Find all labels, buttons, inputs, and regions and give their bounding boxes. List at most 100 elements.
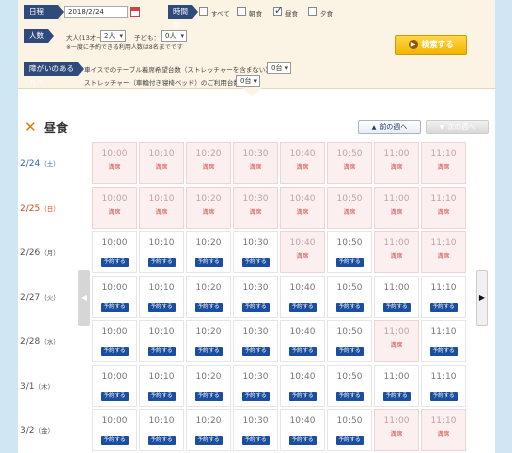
timeslot-available[interactable]: 10:10 予約する (139, 320, 184, 362)
weekday-text: （木） (34, 382, 54, 391)
date-label: 3/2（金） (20, 425, 80, 436)
timeslot-available[interactable]: 10:20 予約する (186, 409, 231, 451)
reserve-button[interactable]: 予約する (429, 302, 458, 312)
reserve-button[interactable]: 予約する (288, 436, 317, 445)
date-label: 2/26（月） (20, 247, 80, 258)
reserve-button[interactable]: 予約する (241, 258, 270, 267)
search-button[interactable]: ▶ 検索する (395, 35, 467, 55)
timeslot-available[interactable]: 10:30 予約する (233, 275, 278, 318)
timeslot-available[interactable]: 10:40 予約する (280, 320, 325, 362)
reserve-button[interactable]: 予約する (288, 302, 317, 312)
reserve-button[interactable]: 予約する (100, 302, 129, 312)
timeslot-available[interactable]: 10:40 予約する (280, 409, 325, 451)
wheelchair-select[interactable]: 0台 (267, 62, 291, 74)
timeslot-full: 10:40 満席 (280, 142, 325, 184)
timeslot-time: 11:10 (430, 371, 457, 382)
checkbox-dinner[interactable] (308, 7, 317, 16)
timeslot-available[interactable]: 10:30 予約する (233, 364, 278, 407)
full-status: 満席 (390, 342, 403, 349)
reserve-button[interactable]: 予約する (147, 391, 176, 401)
adult-select[interactable]: 2人 (100, 30, 126, 42)
checkbox-lunch[interactable] (273, 4, 283, 17)
reserve-button[interactable]: 予約する (241, 391, 270, 401)
reserve-button[interactable]: 予約する (335, 347, 364, 356)
timeslot-available[interactable]: 10:50 予約する (327, 409, 372, 451)
reserve-button[interactable]: 予約する (241, 302, 270, 312)
timeslot-available[interactable]: 11:00 予約する (374, 364, 419, 407)
date-text: 2/24 (20, 159, 41, 169)
reserve-button[interactable]: 予約する (147, 347, 176, 356)
full-status: 満席 (390, 164, 403, 171)
reserve-button[interactable]: 予約する (100, 347, 129, 356)
timeslot-available[interactable]: 10:40 予約する (280, 364, 325, 407)
reserve-button[interactable]: 予約する (100, 258, 129, 267)
timeslot-available[interactable]: 10:50 予約する (327, 320, 372, 362)
reserve-button[interactable]: 予約する (194, 436, 223, 445)
timeslot-available[interactable]: 10:20 予約する (186, 231, 231, 273)
reserve-button[interactable]: 予約する (194, 347, 223, 356)
timeslot-available[interactable]: 10:10 予約する (139, 231, 184, 273)
reserve-button[interactable]: 予約する (100, 436, 129, 445)
reserve-button[interactable]: 予約する (335, 391, 364, 401)
reserve-button[interactable]: 予約する (241, 436, 270, 445)
timeslot-available[interactable]: 10:00 予約する (92, 275, 137, 318)
reserve-button[interactable]: 予約する (288, 391, 317, 401)
date-label: 2/28（水） (20, 336, 80, 347)
timeslot-time: 10:30 (242, 371, 269, 382)
timeslot-available[interactable]: 11:10 予約する (421, 364, 466, 407)
timeslot-available[interactable]: 10:00 予約する (92, 409, 137, 451)
reserve-button[interactable]: 予約する (429, 391, 458, 401)
timeslot-available[interactable]: 10:50 予約する (327, 231, 372, 273)
timeslot-available[interactable]: 10:20 予約する (186, 364, 231, 407)
timeslot-available[interactable]: 10:00 予約する (92, 364, 137, 407)
timeslot-time: 11:10 (430, 327, 457, 337)
calendar-icon[interactable] (130, 7, 140, 17)
reserve-button[interactable]: 予約する (335, 436, 364, 445)
reserve-button[interactable]: 予約する (241, 347, 270, 356)
timeslot-available[interactable]: 10:10 予約する (139, 275, 184, 318)
timeslot-available[interactable]: 10:00 予約する (92, 231, 137, 273)
timeslot-available[interactable]: 10:10 予約する (139, 364, 184, 407)
reserve-button[interactable]: 予約する (100, 391, 129, 401)
weekday-text: （日） (40, 204, 60, 213)
timeslot-available[interactable]: 10:30 予約する (233, 409, 278, 451)
checkbox-breakfast-label: 朝食 (249, 10, 262, 18)
reserve-button[interactable]: 予約する (194, 302, 223, 312)
reserve-button[interactable]: 予約する (147, 258, 176, 267)
timeslot-available[interactable]: 10:30 予約する (233, 320, 278, 362)
reserve-button[interactable]: 予約する (194, 391, 223, 401)
reserve-button[interactable]: 予約する (288, 347, 317, 356)
timeslot-available[interactable]: 10:10 予約する (139, 409, 184, 451)
reserve-button[interactable]: 予約する (147, 436, 176, 445)
reserve-button[interactable]: 予約する (382, 391, 411, 401)
stretcher-select[interactable]: 0台 (236, 75, 260, 87)
reserve-button[interactable]: 予約する (194, 258, 223, 267)
timeslot-available[interactable]: 11:10 予約する (421, 320, 466, 362)
checkbox-breakfast[interactable] (237, 7, 246, 16)
timeslot-available[interactable]: 10:30 予約する (233, 231, 278, 273)
reserve-button[interactable]: 予約する (335, 302, 364, 312)
reserve-button[interactable]: 予約する (429, 347, 458, 356)
timeslot-time: 10:10 (148, 371, 175, 382)
timeslot-available[interactable]: 11:10 予約する (421, 275, 466, 318)
date-text: 2/25 (20, 203, 41, 214)
timeslot-available[interactable]: 11:00 予約する (374, 275, 419, 318)
reserve-button[interactable]: 予約する (382, 302, 411, 312)
timeslot-available[interactable]: 10:40 予約する (280, 275, 325, 318)
reserve-button[interactable]: 予約する (335, 258, 364, 267)
timeslot-available[interactable]: 10:50 予約する (327, 275, 372, 318)
timeslot-available[interactable]: 10:20 予約する (186, 275, 231, 318)
prev-week-button[interactable]: ▲ 前の週へ (358, 120, 421, 134)
scroll-right-arrow[interactable]: ▶ (476, 270, 488, 326)
timeslot-available[interactable]: 10:00 予約する (92, 320, 137, 362)
scroll-left-arrow[interactable]: ◀ (78, 270, 90, 326)
reserve-button[interactable]: 予約する (147, 302, 176, 312)
child-select[interactable]: 0人 (161, 30, 187, 42)
next-week-button[interactable]: ▼ 次の週へ (426, 120, 489, 134)
date-field[interactable]: 2018/2/24 (64, 6, 128, 18)
timeslot-time: 10:40 (289, 282, 316, 293)
timeslot-available[interactable]: 10:20 予約する (186, 320, 231, 362)
timeslot-available[interactable]: 10:50 予約する (327, 364, 372, 407)
checkbox-all[interactable] (199, 7, 208, 16)
timeslot-time: 10:20 (195, 238, 222, 248)
